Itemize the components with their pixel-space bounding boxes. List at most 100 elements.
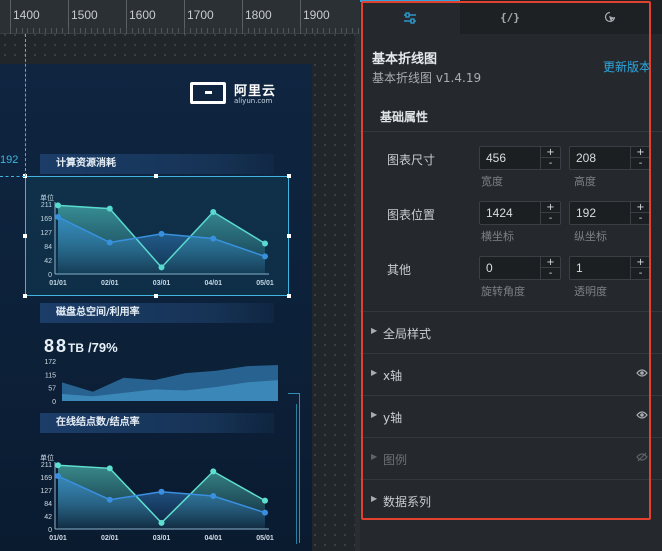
ruler-label: 1400 [13,8,40,22]
ruler-minor-tick [230,28,232,33]
x-coordinate-field[interactable]: + - [479,201,561,225]
ruler-label: 1800 [245,8,272,22]
data-point [262,509,268,516]
ruler-minor-tick [137,28,139,33]
width-input[interactable] [480,147,542,169]
ruler-minor-tick [276,28,278,33]
ruler-minor-tick [155,28,156,33]
config-panel: {/} 基本折线图 基本折线图 v1.4.19 更新版本 基础属性 图表尺寸 +… [360,0,662,551]
cursor-click-icon [604,11,616,23]
x-tick-label: 03/01 [153,535,171,542]
eye-hidden-icon[interactable] [636,452,648,462]
y-decrement-button[interactable]: - [630,213,650,224]
ruler-minor-tick [247,28,249,33]
ruler-minor-tick [97,28,98,33]
section-data-series[interactable]: ▶ 数据系列 [360,479,662,521]
position-label: 图表位置 [387,208,436,222]
height-input[interactable] [570,147,632,169]
section-label: 图例 [383,453,408,467]
ruler-minor-tick [358,28,359,33]
section-x-axis[interactable]: ▶ x轴 [360,353,662,395]
line-chart-nodes-svg: 0 42 84 127 169 211单位 01/01 02/01 03/01 04/01 05/0… [40,453,274,542]
opacity-field[interactable]: + - [569,256,651,280]
x-increment-button[interactable]: + [540,202,560,213]
opacity-decrement-button[interactable]: - [630,268,650,279]
ruler-label: 1500 [71,8,98,22]
y-coordinate-field[interactable]: + - [569,201,651,225]
rotation-increment-button[interactable]: + [540,257,560,268]
opacity-input[interactable] [570,257,632,279]
x-sub-label: 横坐标 [481,230,514,243]
ruler-minor-tick [352,28,354,33]
rotation-field[interactable]: + - [479,256,561,280]
opacity-increment-button[interactable]: + [630,257,650,268]
sliders-icon [404,12,416,24]
width-decrement-button[interactable]: - [540,158,560,169]
ruler-minor-tick [120,28,122,33]
data-point [106,496,113,503]
ruler-minor-tick [288,28,290,33]
resize-handle-s[interactable] [154,294,158,298]
update-version-link[interactable]: 更新版本 [603,58,651,75]
interaction-tab[interactable] [560,0,660,34]
section-legend[interactable]: ▶ 图例 [360,437,662,479]
section-global-style[interactable]: ▶ 全局样式 [360,311,662,353]
height-field[interactable]: + - [569,146,651,170]
opacity-sub-label: 透明度 [574,285,607,298]
y-tick-label: 127 [40,488,52,495]
resize-handle-sw[interactable] [23,294,27,298]
y-increment-button[interactable]: + [630,202,650,213]
area-chart-disk[interactable]: 0 57 115 172 [30,355,280,406]
ruler-minor-tick [39,28,40,33]
section-label: y轴 [383,411,403,425]
rotation-sub-label: 旋转角度 [481,285,525,298]
style-tab[interactable] [360,0,460,34]
eye-icon[interactable] [636,368,648,378]
ruler-minor-tick [294,28,296,33]
data-point [262,497,268,504]
area-chart-disk-svg: 0 57 115 172 [44,359,278,406]
horizontal-ruler: 1400 1500 1600 1700 1800 1900 [0,0,360,34]
resize-handle-se[interactable] [287,294,291,298]
ruler-minor-tick [27,28,29,33]
ruler-minor-tick [207,28,209,33]
line-chart-nodes[interactable]: 0 42 84 127 169 211 单位 01/01 02/01 03/01 04/01 05/0… [25,436,289,551]
ruler-minor-tick [50,28,52,33]
rotation-decrement-button[interactable]: - [540,268,560,279]
resize-handle-n[interactable] [154,174,158,178]
ruler-minor-tick [126,28,127,33]
data-tab[interactable]: {/} [460,0,560,34]
height-increment-button[interactable]: + [630,147,650,158]
decorative-border [296,404,297,544]
section-y-axis[interactable]: ▶ y轴 [360,395,662,437]
ruler-minor-tick [131,28,133,33]
resize-handle-w[interactable] [23,234,27,238]
ruler-minor-tick [85,28,87,33]
aliyun-logo-icon [190,82,226,104]
ruler-minor-tick [329,28,330,33]
eye-icon[interactable] [636,410,648,420]
resize-handle-ne[interactable] [287,174,291,178]
y-axis-label: 单位 [40,453,54,462]
x-decrement-button[interactable]: - [540,213,560,224]
ruler-minor-tick [282,28,284,33]
section-label: x轴 [383,369,403,383]
rotation-input[interactable] [480,257,542,279]
x-coordinate-input[interactable] [480,202,542,224]
ruler-minor-tick [166,28,168,33]
resize-handle-e[interactable] [287,234,291,238]
selection-box[interactable] [23,174,291,298]
ruler-label: 1600 [129,8,156,22]
data-point [158,488,165,495]
editor-canvas[interactable]: 1400 1500 1600 1700 1800 1900 阿里云 aliyun… [0,0,360,551]
width-field[interactable]: + - [479,146,561,170]
width-increment-button[interactable]: + [540,147,560,158]
height-decrement-button[interactable]: - [630,158,650,169]
panel-tab-bar: {/} [360,0,662,34]
ruler-minor-tick [195,28,197,33]
x-tick-label: 04/01 [204,535,222,542]
y-coordinate-input[interactable] [570,202,632,224]
storage-number: 88 [44,336,69,356]
y-tick-label: 115 [45,372,56,379]
y-tick-label: 211 [41,462,52,469]
